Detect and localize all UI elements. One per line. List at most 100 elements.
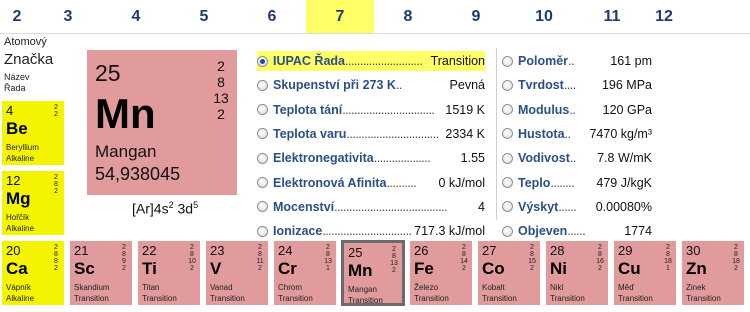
- radio-icon[interactable]: [257, 152, 268, 164]
- property-row-right-2[interactable]: Modulus.. 120 GPa: [502, 100, 652, 120]
- shell-value: 2: [122, 265, 126, 272]
- shell-value: 8: [462, 251, 466, 258]
- property-row-right-0[interactable]: Poloměr.. 161 pm: [502, 51, 652, 71]
- property-label: Tvrdost: [518, 78, 564, 93]
- element-name: Měď: [618, 283, 635, 292]
- element-tile-sc[interactable]: 21 Sc Skandium Transition 2 8 9 2: [69, 240, 133, 306]
- shell-value: 2: [530, 244, 534, 251]
- element-tile-v[interactable]: 23 V Vanad Transition 2 8 11 2: [205, 240, 269, 306]
- shell-value: 2: [598, 244, 602, 251]
- property-row-right-5[interactable]: Teplo........ 479 J/kgK: [502, 173, 652, 193]
- radio-icon[interactable]: [502, 152, 513, 164]
- column-5[interactable]: 5: [170, 0, 238, 33]
- property-row-left-5[interactable]: Elektronová Afinita.......... 0 kJ/mol: [257, 173, 485, 193]
- element-symbol: Sc: [74, 259, 95, 278]
- property-row-left-2[interactable]: Teplota tání............................…: [257, 100, 485, 120]
- property-leader-dots: ..: [395, 78, 402, 93]
- property-leader-dots: ........: [550, 175, 575, 190]
- property-label: Teplo: [518, 175, 551, 190]
- element-name: Skandium: [74, 283, 110, 292]
- column-2[interactable]: 2: [0, 0, 34, 33]
- radio-selected-icon[interactable]: [257, 55, 268, 67]
- radio-icon[interactable]: [257, 79, 268, 91]
- radio-icon[interactable]: [257, 225, 268, 237]
- selected-element-card: 25 Mn Mangan 54,938045 2 8 13 2: [87, 50, 237, 195]
- property-row-left-4[interactable]: Elektronegativita................... 1.55: [257, 148, 485, 168]
- property-row-left-7[interactable]: Ionizace.............................. 71…: [257, 221, 485, 241]
- property-label: Poloměr: [518, 54, 569, 68]
- radio-icon[interactable]: [502, 177, 513, 188]
- shell-value: 2: [54, 111, 58, 118]
- property-value: 1.55: [460, 151, 485, 166]
- element-tile-co[interactable]: 27 Co Kobalt Transition 2 8 15 2: [477, 240, 541, 306]
- element-series: Alkaline: [6, 154, 35, 163]
- config-core: [Ar]4s: [132, 200, 169, 217]
- element-symbol: Ni: [550, 259, 567, 278]
- element-symbol: Be: [6, 119, 28, 138]
- radio-icon[interactable]: [257, 177, 268, 188]
- radio-icon[interactable]: [257, 104, 268, 116]
- property-label: Vodivost: [518, 151, 570, 166]
- property-leader-dots: ..........: [386, 175, 417, 190]
- property-leader-dots: ......................................: [334, 199, 448, 214]
- property-row-left-0[interactable]: IUPAC Řada.......................... Tran…: [257, 51, 485, 71]
- element-tile-ca[interactable]: 20 Ca Vápník Alkaline 2 8 8 2: [1, 240, 65, 306]
- property-label: Elektronegativita: [273, 151, 374, 166]
- element-symbol: Ca: [6, 259, 28, 278]
- radio-icon[interactable]: [257, 128, 268, 140]
- electron-shells: 2 8 10 2: [187, 244, 197, 272]
- property-label: Skupenství při 273 K: [273, 78, 396, 93]
- property-row-right-1[interactable]: Tvrdost.... 196 MPa: [502, 75, 652, 95]
- column-11[interactable]: 11: [578, 0, 646, 33]
- property-leader-dots: ..........................: [345, 54, 423, 68]
- radio-icon[interactable]: [502, 225, 513, 237]
- radio-icon[interactable]: [257, 201, 268, 213]
- element-symbol: Cr: [278, 259, 297, 278]
- column-10[interactable]: 10: [510, 0, 578, 33]
- property-label: Elektronová Afinita: [273, 175, 387, 190]
- column-3[interactable]: 3: [34, 0, 102, 33]
- column-4[interactable]: 4: [102, 0, 170, 33]
- element-name: Mangan: [348, 285, 377, 294]
- element-tile-mn[interactable]: 25 Mn Mangan Transition 2 8 13 2: [341, 240, 405, 306]
- element-tile-fe[interactable]: 26 Fe Železo Transition 2 8 14 2: [409, 240, 473, 306]
- shell-value: 1: [326, 265, 330, 272]
- property-value: Pevná: [449, 78, 485, 93]
- radio-icon[interactable]: [502, 104, 513, 116]
- property-row-right-3[interactable]: Hustota.. 7470 kg/m³: [502, 124, 652, 144]
- shell-value: 8: [530, 251, 534, 258]
- column-6[interactable]: 6: [238, 0, 306, 33]
- shell-value: 2: [666, 244, 670, 251]
- property-row-right-7[interactable]: Objeven...... 1774: [502, 221, 652, 241]
- column-7-selected[interactable]: 7: [306, 0, 374, 33]
- property-row-right-4[interactable]: Vodivost.. 7.8 W/mK: [502, 148, 652, 168]
- property-value: 4: [478, 199, 485, 214]
- column-12[interactable]: 12: [646, 0, 682, 33]
- element-tile-mg[interactable]: 12 Mg Hořčík Alkaline 2 8 2: [1, 170, 65, 236]
- property-row-left-6[interactable]: Mocenství...............................…: [257, 197, 485, 217]
- shell-value: 2: [190, 265, 194, 272]
- radio-icon[interactable]: [502, 128, 513, 140]
- element-tile-zn[interactable]: 30 Zn Zinek Transition 2 8 18 2: [681, 240, 745, 306]
- property-label: Mocenství: [273, 199, 335, 214]
- property-value: 717.3 kJ/mol: [414, 224, 485, 239]
- atomic-number: 12: [6, 173, 21, 188]
- element-tile-cr[interactable]: 24 Cr Chrom Transition 2 8 13 1: [273, 240, 337, 306]
- element-tile-be[interactable]: 4 Be Beryllium Alkaline 2 2: [1, 100, 65, 166]
- config-sup-d: 5: [193, 200, 199, 210]
- element-tile-ti[interactable]: 22 Ti Titan Transition 2 8 10 2: [137, 240, 201, 306]
- radio-icon[interactable]: [502, 79, 513, 91]
- column-header: 2 3 4 5 6 7 8 9 10 11 12: [0, 0, 750, 33]
- element-tile-cu[interactable]: 29 Cu Měď Transition 2 8 18 1: [613, 240, 677, 306]
- radio-icon[interactable]: [502, 55, 513, 67]
- property-row-right-6[interactable]: Výskyt...... 0.00080%: [502, 197, 652, 217]
- shell-value: 2: [734, 265, 738, 272]
- radio-icon[interactable]: [502, 201, 513, 213]
- property-row-left-1[interactable]: Skupenství při 273 K.. Pevná: [257, 75, 485, 95]
- property-divider: [496, 48, 497, 220]
- column-9[interactable]: 9: [442, 0, 510, 33]
- shell-value: 13: [324, 258, 332, 265]
- column-8[interactable]: 8: [374, 0, 442, 33]
- property-row-left-3[interactable]: Teplota varu............................…: [257, 124, 485, 144]
- element-tile-ni[interactable]: 28 Ni Nikl Transition 2 8 16 2: [545, 240, 609, 306]
